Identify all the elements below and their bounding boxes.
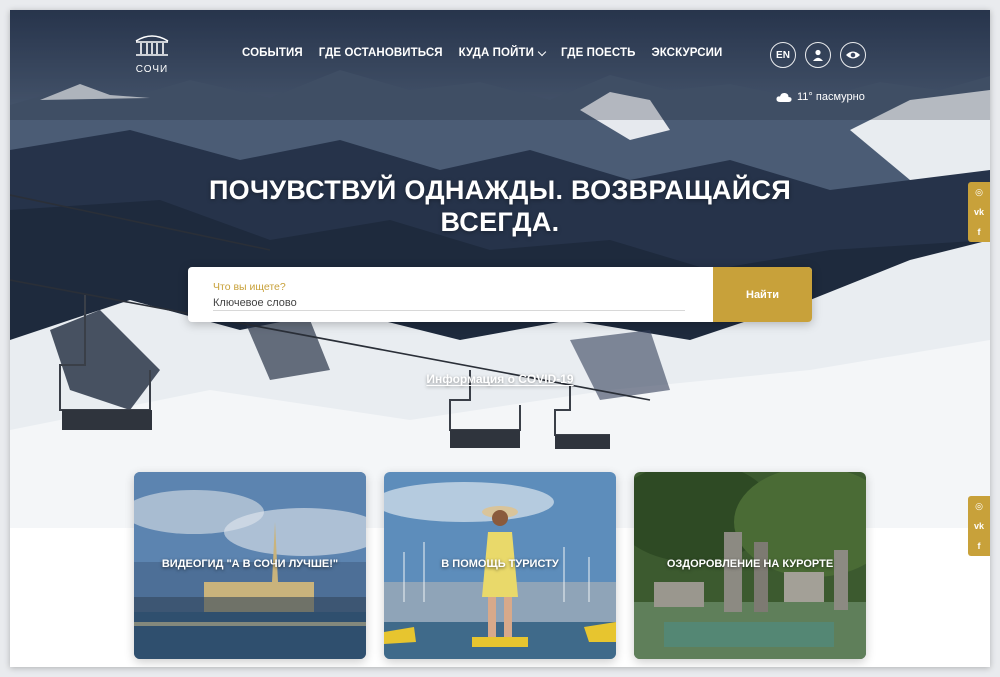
language-label: EN [776,49,790,61]
nav-label: СОБЫТИЯ [242,47,303,59]
card-title: ВИДЕОГИД "А В СОЧИ ЛУЧШЕ!" [161,558,339,570]
cloud-icon [776,92,792,102]
nav-item-where-to-eat[interactable]: ГДЕ ПОЕСТЬ [561,47,635,59]
nav-label: КУДА ПОЙТИ [458,47,534,59]
search-button[interactable]: Найти [713,267,812,322]
facebook-icon[interactable]: f [978,540,981,552]
search-label: Что вы ищете? [213,281,286,293]
nav-label: ЭКСКУРСИИ [651,47,723,59]
instagram-icon[interactable]: ◎ [975,500,983,512]
eye-icon [846,51,860,59]
hero-headline-line1: ПОЧУВСТВУЙ ОДНАЖДЫ. ВОЗВРАЩАЙСЯ [208,175,792,205]
accessibility-button[interactable] [840,42,866,68]
card-resort-wellness[interactable]: ОЗДОРОВЛЕНИЕ НА КУРОРТЕ [634,472,866,659]
logo-text: СОЧИ [135,64,169,75]
nav-item-where-to-stay[interactable]: ГДЕ ОСТАНОВИТЬСЯ [319,47,443,59]
card-title: ОЗДОРОВЛЕНИЕ НА КУРОРТЕ [666,558,834,570]
facebook-icon[interactable]: f [978,226,981,238]
card-video-guide[interactable]: ВИДЕОГИД "А В СОЧИ ЛУЧШЕ!" [134,472,366,659]
user-icon [813,49,823,61]
vk-icon[interactable]: vk [974,520,984,532]
instagram-icon[interactable]: ◎ [975,186,983,198]
card-title: В ПОМОЩЬ ТУРИСТУ [441,558,559,570]
search-box: Что вы ищете? Найти [188,267,812,322]
weather-widget: 11° пасмурно [776,91,865,103]
social-bar-bottom: ◎ vk f [968,496,990,556]
nav-item-where-to-go[interactable]: КУДА ПОЙТИ [458,47,547,59]
chevron-down-icon [537,47,547,56]
profile-button[interactable] [805,42,831,68]
search-input[interactable] [213,295,685,311]
browser-frame: СОЧИ СОБЫТИЯ ГДЕ ОСТАНОВИТЬСЯ КУДА ПОЙТИ… [10,10,990,667]
colonnade-logo-icon [135,35,169,56]
social-bar-top: ◎ vk f [968,182,990,242]
site-logo[interactable]: СОЧИ [132,32,172,75]
nav-item-excursions[interactable]: ЭКСКУРСИИ [651,47,722,59]
language-toggle-button[interactable]: EN [770,42,796,68]
main-nav: СОБЫТИЯ ГДЕ ОСТАНОВИТЬСЯ КУДА ПОЙТИ ГДЕ … [242,47,722,59]
nav-label: ГДЕ ПОЕСТЬ [560,47,636,59]
covid-info-link[interactable]: Информация о COVID-19 [406,372,594,386]
hero-section: СОЧИ СОБЫТИЯ ГДЕ ОСТАНОВИТЬСЯ КУДА ПОЙТИ… [10,10,990,528]
vk-icon[interactable]: vk [974,206,984,218]
nav-item-events[interactable]: СОБЫТИЯ [242,47,303,59]
hero-headline: ПОЧУВСТВУЙ ОДНАЖДЫ. ВОЗВРАЩАЙСЯ ВСЕГДА. [130,174,870,238]
hero-headline-line2: ВСЕГДА. [440,207,560,237]
weather-text: 11° пасмурно [797,91,865,103]
nav-label: ГДЕ ОСТАНОВИТЬСЯ [318,47,443,59]
card-tourist-help[interactable]: В ПОМОЩЬ ТУРИСТУ [384,472,616,659]
